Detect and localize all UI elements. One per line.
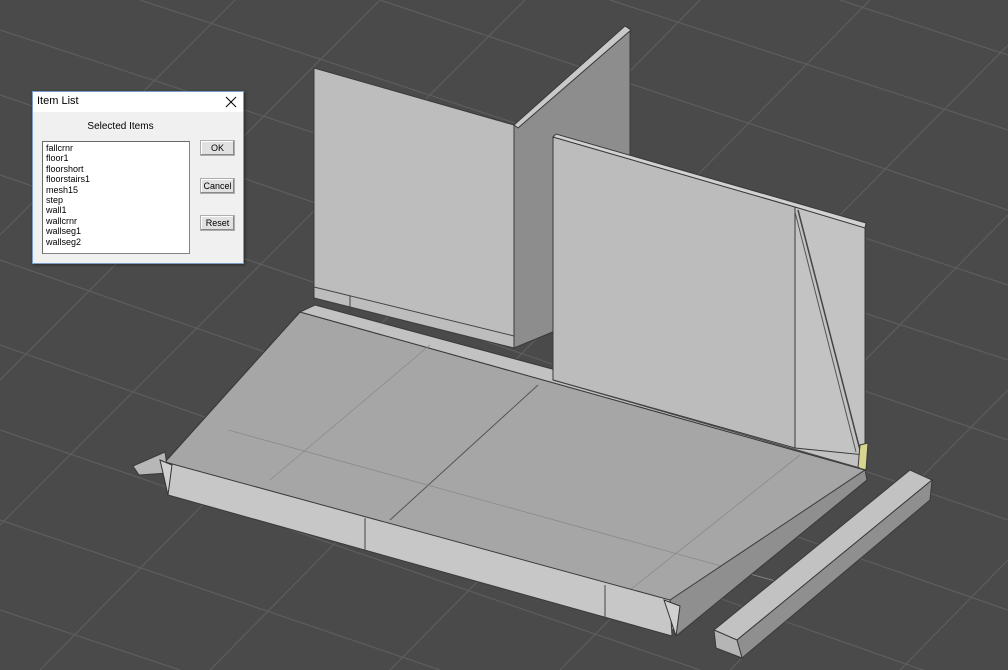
list-item[interactable]: floorshort [46,164,189,174]
dialog-title: Item List [37,95,79,107]
reset-button[interactable]: Reset [200,215,235,231]
selected-items-list[interactable]: fallcrnr floor1 floorshort floorstairs1 … [42,141,190,254]
list-item[interactable]: floor1 [46,153,189,163]
mesh-wall-back-left[interactable] [313,67,515,349]
list-item[interactable]: wallseg2 [46,237,189,247]
ok-button[interactable]: OK [200,140,235,156]
list-item[interactable]: mesh15 [46,185,189,195]
list-item[interactable]: wallseg1 [46,226,189,236]
item-list-dialog: Item List Selected Items fallcrnr floor1… [32,91,244,264]
list-item[interactable]: floorstairs1 [46,174,189,184]
list-item[interactable]: wallcrnr [46,216,189,226]
cancel-button[interactable]: Cancel [200,178,235,194]
list-item[interactable]: wall1 [46,205,189,215]
selected-items-caption: Selected Items [87,121,154,132]
close-icon [225,96,237,108]
close-button[interactable] [219,92,243,112]
list-item[interactable]: step [46,195,189,205]
list-item[interactable]: fallcrnr [46,143,189,153]
dialog-titlebar[interactable]: Item List [33,92,243,112]
